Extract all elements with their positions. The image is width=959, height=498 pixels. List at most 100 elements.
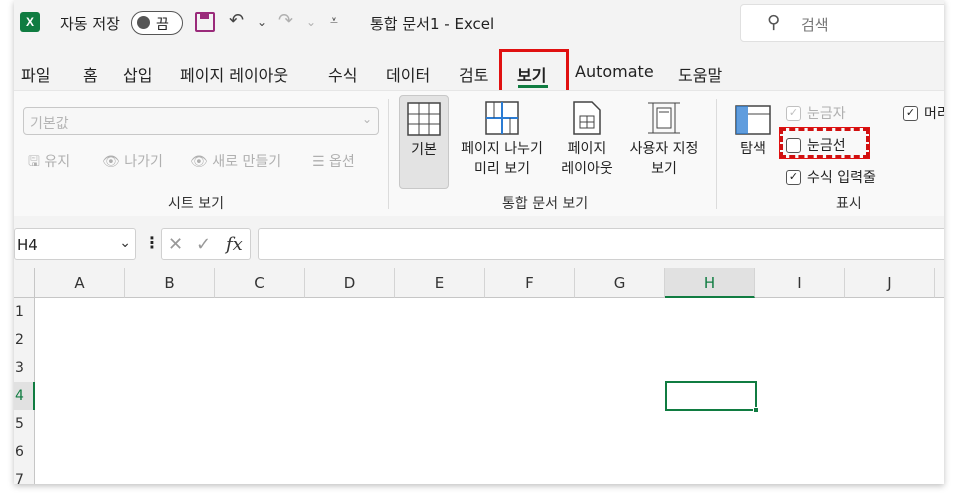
chevron-down-icon: ⌄ [361, 112, 372, 126]
column-header[interactable]: J [845, 268, 935, 298]
keep-view-button[interactable]: 🖫 유지 [28, 151, 70, 175]
page-layout-view-button[interactable]: 페이지 레이아웃 [557, 95, 617, 179]
navigation-label: 탐색 [740, 141, 766, 157]
column-header[interactable]: D [305, 268, 395, 298]
insert-function-icon[interactable]: fx [226, 234, 243, 255]
title-bar: X 자동 저장 끔 ↶ ⌄ ↷ ⌄ ⩡ 통합 문서1 - Excel ⚲ 검색 [14, 0, 944, 46]
formula-bar-label: 수식 입력줄 [807, 170, 876, 186]
show-group-label: 표시 [836, 196, 862, 212]
cancel-icon[interactable]: ✕ [168, 234, 183, 255]
ribbon-tabs: 파일 홈 삽입 페이지 레이아웃 수식 데이터 검토 보기 Automate 도… [14, 56, 944, 90]
page-layout-label-2: 레이아웃 [561, 161, 613, 177]
formula-input[interactable] [258, 228, 944, 260]
custom-views-button[interactable]: 사용자 지정 보기 [619, 95, 709, 179]
headings-checkbox[interactable]: ✓ 머리 [903, 103, 944, 123]
ruler-label: 눈금자 [807, 106, 846, 122]
exit-label: 나가기 [124, 154, 163, 170]
fill-handle[interactable] [753, 407, 759, 413]
search-placeholder: 검색 [801, 16, 829, 34]
row-header[interactable]: 3 [14, 354, 35, 382]
tab-automate[interactable]: Automate [575, 62, 654, 81]
new-view-button[interactable]: 👁 새로 만들기 [190, 151, 281, 171]
tab-review[interactable]: 검토 [459, 62, 488, 86]
column-header[interactable]: C [215, 268, 305, 298]
autosave-toggle[interactable]: 끔 [131, 11, 183, 35]
sheet-view-dropdown[interactable]: 기본값 ⌄ [23, 107, 379, 135]
custom-views-label-1: 사용자 지정 [629, 141, 699, 157]
column-header[interactable]: F [485, 268, 575, 298]
page-break-label-1: 페이지 나누기 [461, 141, 543, 157]
search-box[interactable]: ⚲ 검색 [740, 4, 944, 42]
name-box-value: H4 [17, 236, 38, 254]
tab-help[interactable]: 도움말 [678, 62, 722, 86]
tab-data[interactable]: 데이터 [386, 62, 430, 86]
column-header[interactable]: I [755, 268, 845, 298]
custom-views-icon [648, 102, 680, 134]
tab-formulas[interactable]: 수식 [328, 62, 357, 86]
column-header[interactable]: E [395, 268, 485, 298]
more-options-icon[interactable]: ⋮ [144, 233, 160, 252]
headings-check-icon: ✓ [903, 105, 918, 121]
row-header[interactable]: 6 [14, 438, 35, 466]
autosave-label: 자동 저장 [60, 15, 120, 33]
tab-file[interactable]: 파일 [21, 62, 50, 86]
view-options-button[interactable]: ☰ 옵션 [312, 151, 355, 171]
list-icon: ☰ [312, 154, 325, 170]
name-box[interactable]: H4 ⌄ [14, 228, 136, 260]
enter-check-icon[interactable]: ✓ [196, 234, 211, 255]
normal-view-button[interactable]: 기본 [399, 95, 449, 189]
exit-view-button[interactable]: 👁 나가기 [102, 151, 163, 171]
sheet-view-group-label: 시트 보기 [168, 196, 224, 212]
formula-tools: ✕ ✓ fx [161, 228, 251, 260]
navigation-button[interactable]: 탐색 [730, 95, 776, 159]
row-header[interactable]: 1 [14, 298, 35, 326]
normal-view-label: 기본 [411, 142, 437, 158]
column-header[interactable]: A [35, 268, 125, 298]
options-label: 옵션 [329, 154, 355, 170]
new-label: 새로 만들기 [212, 154, 282, 170]
active-cell-h4[interactable] [665, 381, 759, 413]
formula-bar-check-icon: ✓ [786, 169, 801, 185]
save-icon[interactable] [195, 12, 215, 32]
row-header[interactable]: 7 [14, 466, 35, 484]
redo-dropdown-icon[interactable]: ⌄ [306, 15, 316, 29]
undo-dropdown-icon[interactable]: ⌄ [257, 15, 267, 29]
tab-page-layout[interactable]: 페이지 레이아웃 [180, 62, 288, 86]
page-layout-icon [573, 101, 601, 135]
formula-bar-checkbox[interactable]: ✓ 수식 입력줄 [786, 167, 876, 187]
keep-label: 유지 [44, 154, 71, 170]
redo-icon[interactable]: ↷ [278, 10, 293, 31]
page-break-label-2: 미리 보기 [474, 161, 530, 177]
page-break-preview-button[interactable]: 페이지 나누기 미리 보기 [452, 95, 552, 179]
column-header-partial [935, 268, 944, 298]
ruler-check-icon: ✓ [786, 105, 801, 121]
document-title: 통합 문서1 - Excel [370, 15, 495, 33]
gridlines-highlight [779, 127, 870, 159]
group-divider [716, 99, 717, 209]
custom-views-label-2: 보기 [651, 161, 677, 177]
tab-home[interactable]: 홈 [83, 62, 98, 86]
page-layout-label-1: 페이지 [567, 141, 607, 157]
headings-label: 머리 [924, 106, 944, 122]
excel-logo-icon: X [20, 12, 40, 32]
row-header-selected[interactable]: 4 [14, 382, 35, 410]
row-header[interactable]: 2 [14, 326, 35, 354]
customize-toolbar-icon[interactable]: ⩡ [330, 13, 338, 29]
column-header-selected[interactable]: H [665, 268, 755, 298]
worksheet-grid[interactable]: A B C D E F G H I J 1 2 3 4 5 6 7 [14, 268, 944, 484]
select-all-corner[interactable] [14, 268, 35, 298]
ruler-checkbox[interactable]: ✓ 눈금자 [786, 103, 846, 123]
column-header[interactable]: B [125, 268, 215, 298]
sheet-view-value: 기본값 [30, 116, 69, 132]
page-break-icon [485, 101, 519, 135]
search-icon: ⚲ [767, 12, 781, 33]
excel-window: X 자동 저장 끔 ↶ ⌄ ↷ ⌄ ⩡ 통합 문서1 - Excel ⚲ 검색 … [14, 0, 944, 484]
eye-add-icon: 👁 [190, 154, 208, 170]
normal-view-icon [407, 102, 441, 136]
tab-insert[interactable]: 삽입 [123, 62, 152, 86]
row-header[interactable]: 5 [14, 410, 35, 438]
eye-exit-icon: 👁 [102, 154, 120, 170]
group-divider [388, 99, 389, 209]
undo-icon[interactable]: ↶ [229, 10, 244, 31]
column-header[interactable]: G [575, 268, 665, 298]
